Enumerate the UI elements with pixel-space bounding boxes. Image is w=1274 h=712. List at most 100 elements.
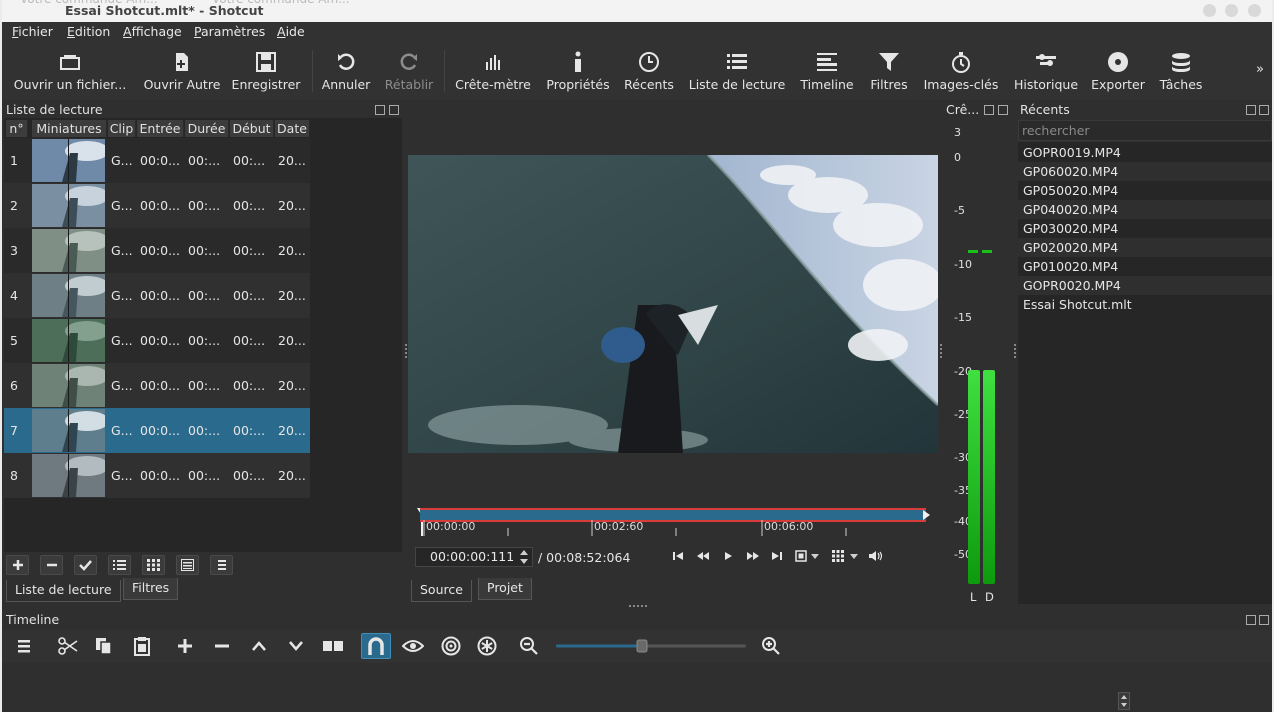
history-button[interactable]: Historique bbox=[1008, 42, 1084, 100]
table-row[interactable]: 8 G... 00:0... 00:... 00:... 20... bbox=[4, 453, 310, 498]
tab-filters[interactable]: Filtres bbox=[123, 578, 179, 600]
zoom-out-button[interactable] bbox=[514, 633, 544, 659]
redo-button[interactable]: Rétablir bbox=[383, 42, 435, 100]
menu-edition[interactable]: Edition bbox=[67, 24, 110, 39]
split-button[interactable] bbox=[318, 633, 348, 659]
minimize-button[interactable] bbox=[1203, 4, 1216, 17]
play-button[interactable] bbox=[720, 549, 736, 563]
scrub-drag-button[interactable] bbox=[398, 633, 428, 659]
close-panel-icon[interactable] bbox=[389, 105, 399, 115]
table-row[interactable]: 2 G... 00:0... 00:... 00:... 20... bbox=[4, 183, 310, 228]
timeline-scroll-spinner-icon[interactable] bbox=[1118, 692, 1130, 710]
ripple-delete-button[interactable] bbox=[207, 633, 237, 659]
column-header[interactable]: Date bbox=[275, 120, 310, 137]
tab-playlist[interactable]: Liste de lecture bbox=[6, 580, 121, 602]
timecode-input[interactable]: 00:00:00:111 bbox=[415, 547, 533, 567]
save-button[interactable]: Enregistrer bbox=[231, 42, 301, 100]
export-button[interactable]: Exporter bbox=[1088, 42, 1148, 100]
splitter-handle[interactable] bbox=[1013, 344, 1017, 360]
table-row[interactable]: 1 G... 00:0... 00:... 00:... 20... bbox=[4, 138, 310, 183]
float-panel-icon[interactable] bbox=[984, 105, 994, 115]
timeline-menu-button[interactable] bbox=[9, 633, 39, 659]
timeline-tracks-area[interactable] bbox=[2, 663, 1272, 712]
menu-aide[interactable]: Aide bbox=[277, 24, 305, 39]
menu-parametres[interactable]: Paramètres bbox=[194, 24, 265, 39]
column-header[interactable]: Durée bbox=[185, 120, 229, 137]
float-panel-icon[interactable] bbox=[375, 105, 385, 115]
cut-button[interactable] bbox=[53, 633, 83, 659]
toolbar-overflow-button[interactable]: » bbox=[1256, 62, 1264, 77]
column-header[interactable]: Miniatures bbox=[32, 120, 107, 137]
recent-item[interactable]: GP040020.MP4 bbox=[1018, 200, 1272, 219]
table-row[interactable]: 6 G... 00:0... 00:... 00:... 20... bbox=[4, 363, 310, 408]
remove-clip-button[interactable] bbox=[40, 555, 63, 575]
playlist-menu-button[interactable] bbox=[210, 555, 233, 575]
properties-button[interactable]: Propriétés bbox=[544, 42, 612, 100]
splitter-handle[interactable] bbox=[629, 604, 649, 608]
lift-button[interactable] bbox=[244, 633, 274, 659]
timeline-button[interactable]: Timeline bbox=[798, 42, 856, 100]
recent-item[interactable]: GP050020.MP4 bbox=[1018, 181, 1272, 200]
recent-button[interactable]: Récents bbox=[622, 42, 676, 100]
video-preview[interactable] bbox=[408, 155, 938, 453]
recent-item[interactable]: GP060020.MP4 bbox=[1018, 162, 1272, 181]
skip-to-start-button[interactable] bbox=[670, 549, 686, 563]
float-panel-icon[interactable] bbox=[1246, 615, 1256, 625]
open-other-button[interactable]: Ouvrir Autre bbox=[139, 42, 225, 100]
snap-toggle-button[interactable] bbox=[361, 633, 391, 659]
column-header[interactable]: Entrée bbox=[137, 120, 184, 137]
overwrite-button[interactable] bbox=[281, 633, 311, 659]
filters-button[interactable]: Filtres bbox=[864, 42, 914, 100]
splitter-handle[interactable] bbox=[404, 344, 408, 360]
update-clip-button[interactable] bbox=[74, 555, 97, 575]
menu-affichage[interactable]: Affichage bbox=[123, 24, 182, 39]
table-row[interactable]: 5 G... 00:0... 00:... 00:... 20... bbox=[4, 318, 310, 363]
keyframes-button[interactable]: Images-clés bbox=[920, 42, 1002, 100]
volume-button[interactable] bbox=[868, 549, 884, 563]
table-row[interactable]: 4 G... 00:0... 00:... 00:... 20... bbox=[4, 273, 310, 318]
recent-item[interactable]: GOPR0019.MP4 bbox=[1018, 143, 1272, 162]
skip-to-end-button[interactable] bbox=[769, 549, 785, 563]
playlist-button[interactable]: Liste de lecture bbox=[688, 42, 786, 100]
close-panel-icon[interactable] bbox=[998, 105, 1008, 115]
close-panel-icon[interactable] bbox=[1259, 615, 1269, 625]
splitter-handle[interactable] bbox=[939, 344, 943, 360]
tab-source[interactable]: Source bbox=[411, 580, 472, 602]
tiles-view-button[interactable] bbox=[142, 555, 165, 575]
close-panel-icon[interactable] bbox=[1259, 105, 1269, 115]
timecode-spinner-icon[interactable] bbox=[519, 549, 529, 565]
details-view-button[interactable] bbox=[108, 555, 131, 575]
timeline-zoom-slider[interactable] bbox=[556, 638, 746, 654]
zoom-in-button[interactable] bbox=[756, 633, 786, 659]
maximize-button[interactable] bbox=[1225, 4, 1238, 17]
recent-item[interactable]: Essai Shotcut.mlt bbox=[1018, 295, 1272, 314]
table-row[interactable]: 7 G... 00:0... 00:... 00:... 20... bbox=[4, 408, 310, 453]
ripple-button[interactable] bbox=[436, 633, 466, 659]
copy-button[interactable] bbox=[89, 633, 119, 659]
recent-item[interactable]: GP020020.MP4 bbox=[1018, 238, 1272, 257]
float-panel-icon[interactable] bbox=[1246, 105, 1256, 115]
zoom-menu-button[interactable] bbox=[794, 549, 822, 563]
add-clip-button[interactable] bbox=[6, 555, 29, 575]
recent-search-input[interactable]: rechercher bbox=[1018, 120, 1272, 141]
recent-item[interactable]: GP030020.MP4 bbox=[1018, 219, 1272, 238]
tab-project[interactable]: Projet bbox=[478, 578, 532, 600]
column-header[interactable]: n° bbox=[6, 120, 28, 137]
append-button[interactable] bbox=[170, 633, 200, 659]
icons-view-button[interactable] bbox=[176, 555, 199, 575]
close-window-button[interactable] bbox=[1248, 4, 1261, 17]
jobs-button[interactable]: Tâches bbox=[1156, 42, 1206, 100]
paste-button[interactable] bbox=[127, 633, 157, 659]
column-header[interactable]: Clip bbox=[108, 120, 136, 137]
column-header[interactable]: Début bbox=[230, 120, 274, 137]
ripple-all-tracks-button[interactable] bbox=[472, 633, 502, 659]
table-row[interactable]: 3 G... 00:0... 00:... 00:... 20... bbox=[4, 228, 310, 273]
fast-forward-button[interactable] bbox=[744, 549, 760, 563]
grid-menu-button[interactable] bbox=[832, 549, 860, 563]
undo-button[interactable]: Annuler bbox=[320, 42, 372, 100]
menu-fichier[interactable]: Fichier bbox=[12, 24, 53, 39]
rewind-button[interactable] bbox=[695, 549, 711, 563]
recent-item[interactable]: GP010020.MP4 bbox=[1018, 257, 1272, 276]
open-file-button[interactable]: Ouvrir un fichier... bbox=[12, 42, 128, 100]
peak-meter-button[interactable]: Crête-mètre bbox=[452, 42, 534, 100]
